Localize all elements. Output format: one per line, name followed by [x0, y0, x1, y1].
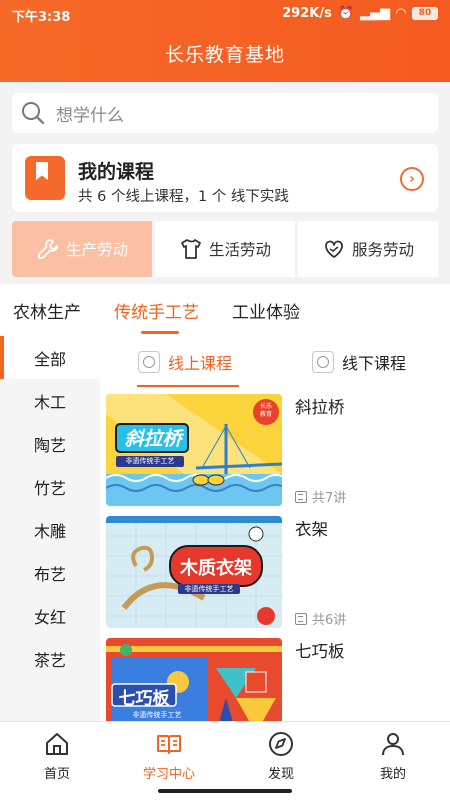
search-placeholder[interactable]: 想学什么 [56, 101, 124, 126]
search-bar[interactable]: 想学什么 [12, 93, 438, 133]
subtab-active-indicator [141, 331, 179, 334]
home-icon [46, 733, 68, 755]
tab-offline-courses[interactable]: 线下课程 [312, 350, 406, 374]
tab-learning-center[interactable]: 学习中心 [124, 730, 214, 782]
tab-label: 线下课程 [342, 354, 407, 373]
labor-category-tabs: 生产劳动 生活劳动 服务劳动 [12, 221, 450, 277]
thumbnail-title: 木质衣架 [180, 558, 252, 579]
list-item[interactable]: 七巧板 非遗传统手工艺 七巧板 [106, 638, 446, 726]
thumbnail-subtitle: 非遗传统手工艺 [184, 585, 234, 593]
side-item-pottery[interactable]: 陶艺 [0, 422, 100, 465]
my-course-summary: 共 6 个线上课程，1 个 线下实践 [78, 189, 289, 205]
thumbnail-badge: 长乐 教育 [259, 403, 272, 418]
compass-icon [269, 732, 293, 756]
side-item-all[interactable]: 全部 [0, 336, 100, 379]
side-item-fabric[interactable]: 布艺 [0, 551, 100, 594]
app-header: 下午3:38 292K/s ⏰ ▂▄▆ ◠ 80 长乐教育基地 [0, 0, 450, 82]
status-time: 下午3:38 [12, 10, 71, 25]
course-lesson-count: 共6讲 [295, 609, 346, 628]
search-icon [22, 102, 45, 125]
course-content: 线上课程 线下课程 斜拉桥 非遗传统手工艺 长乐 教育 斜拉桥 共7讲 木质衣架… [100, 336, 450, 726]
subtab-agriculture[interactable]: 农林生产 [13, 298, 81, 323]
page-title: 长乐教育基地 [164, 44, 285, 66]
person-frame-icon [312, 351, 334, 373]
network-speed: 292K/s [282, 6, 332, 21]
category-label: 生产劳动 [65, 241, 128, 259]
subtab-traditional-craft[interactable]: 传统手工艺 [114, 298, 199, 323]
heart-hand-icon [325, 240, 343, 258]
side-item-tea[interactable]: 茶艺 [0, 637, 100, 680]
content-tab-indicator [137, 385, 239, 387]
list-icon [295, 490, 307, 503]
list-item[interactable]: 斜拉桥 非遗传统手工艺 长乐 教育 斜拉桥 共7讲 [106, 394, 446, 508]
signal-icon: ▂▄▆ [360, 6, 390, 21]
category-life[interactable]: 生活劳动 [155, 221, 295, 277]
shirt-icon [181, 239, 201, 259]
side-item-needlework[interactable]: 女红 [0, 594, 100, 637]
user-icon [382, 733, 404, 756]
tab-label: 首页 [43, 767, 70, 782]
wrench-icon [38, 239, 58, 259]
alarm-icon: ⏰ [337, 6, 354, 21]
thumbnail-title: 七巧板 [118, 689, 170, 709]
battery-icon: 80 [412, 7, 438, 20]
home-indicator [158, 789, 292, 793]
lesson-count-text: 共7讲 [312, 491, 347, 506]
craft-subtabs: 农林生产 传统手工艺 工业体验 [0, 284, 450, 336]
tab-label: 发现 [267, 767, 294, 782]
my-course-card[interactable]: 我的课程 共 6 个线上课程，1 个 线下实践 › [12, 144, 438, 212]
list-item[interactable]: 木质衣架 非遗传统手工艺 衣架 共6讲 [106, 516, 446, 630]
lesson-count-text: 共6讲 [312, 613, 347, 628]
tab-online-courses[interactable]: 线上课程 [138, 350, 232, 374]
category-production[interactable]: 生产劳动 [12, 221, 152, 277]
tab-label: 线上课程 [168, 354, 233, 373]
tab-home[interactable]: 首页 [12, 730, 102, 782]
wifi-icon: ◠ [396, 6, 406, 21]
my-course-title: 我的课程 [78, 161, 155, 183]
tab-discover[interactable]: 发现 [236, 730, 326, 782]
thumbnail-subtitle: 非遗传统手工艺 [125, 457, 175, 465]
tab-label: 学习中心 [142, 767, 195, 782]
category-service[interactable]: 服务劳动 [298, 221, 438, 277]
course-name: 七巧板 [295, 642, 345, 661]
list-icon [295, 612, 307, 625]
bookmark-book-icon [25, 156, 65, 200]
side-item-woodcarving[interactable]: 木雕 [0, 508, 100, 551]
course-name: 衣架 [295, 520, 328, 539]
category-label: 生活劳动 [208, 241, 271, 259]
course-name: 斜拉桥 [295, 398, 345, 417]
side-item-bamboo[interactable]: 竹艺 [0, 465, 100, 508]
course-lesson-count: 共7讲 [295, 487, 346, 506]
subtab-industry[interactable]: 工业体验 [232, 298, 300, 323]
thumbnail-subtitle: 非遗传统手工艺 [132, 711, 182, 719]
tab-label: 我的 [379, 767, 406, 782]
tab-mine[interactable]: 我的 [348, 730, 438, 782]
chevron-right-icon[interactable]: › [400, 167, 424, 191]
status-indicators: 292K/s ⏰ ▂▄▆ ◠ 80 [282, 6, 438, 21]
book-open-icon [157, 735, 181, 754]
thumbnail-title: 斜拉桥 [124, 428, 182, 450]
cloud-icon [138, 351, 160, 373]
craft-side-list: 全部 木工 陶艺 竹艺 木雕 布艺 女红 茶艺 [0, 336, 100, 726]
category-label: 服务劳动 [351, 241, 414, 259]
status-bar: 下午3:38 292K/s ⏰ ▂▄▆ ◠ 80 [0, 0, 450, 28]
side-item-woodwork[interactable]: 木工 [0, 379, 100, 422]
